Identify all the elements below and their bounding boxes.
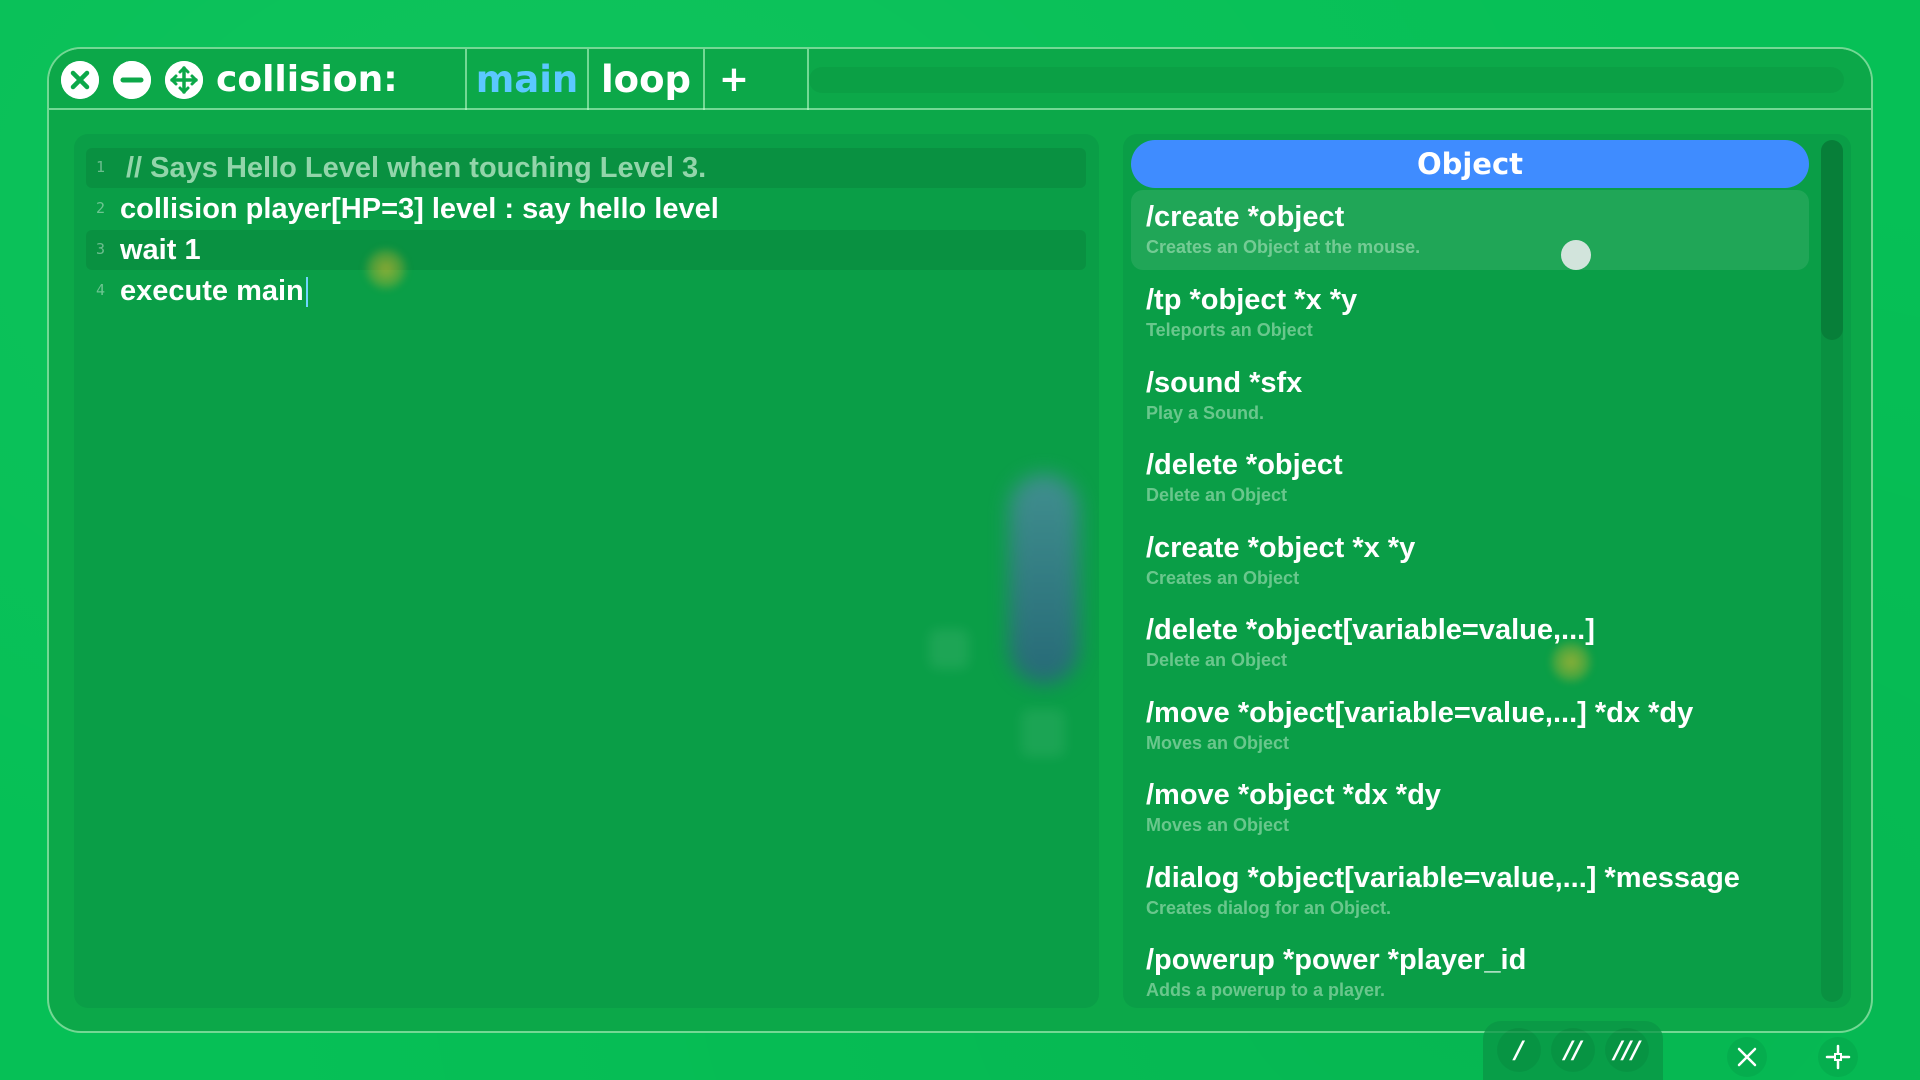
code-text-active: execute main [120, 271, 308, 311]
move-button[interactable] [165, 61, 203, 99]
close-circle-icon [61, 61, 99, 99]
command-description: Delete an Object [1146, 650, 1288, 670]
tab-main[interactable]: main [467, 49, 587, 110]
command-name: /tp *object *x *y [1146, 284, 1358, 316]
command-name: /delete *object [1146, 449, 1343, 481]
code-text: execute main [120, 275, 304, 307]
sprite-left-block [929, 629, 969, 669]
sprite-foot [1021, 709, 1065, 757]
command-item[interactable]: /powerup *power *player_id Adds a poweru… [1131, 933, 1809, 1008]
blurred-character-sprite [929, 454, 1099, 757]
command-name: /dialog *object[variable=value,...] *mes… [1146, 862, 1740, 894]
code-line[interactable]: 2 collision player[HP=3] level : say hel… [86, 189, 1086, 229]
title-bar: collision: main loop + [49, 49, 1871, 110]
code-comment: // Says Hello Level when touching Level … [126, 152, 707, 184]
add-tab-button[interactable]: + [705, 49, 763, 110]
command-item[interactable]: /move *object[variable=value,...] *dx *d… [1131, 686, 1809, 766]
command-name: /move *object *dx *dy [1146, 779, 1441, 811]
command-name: /create *object [1146, 201, 1345, 233]
glow-particle [1551, 642, 1591, 682]
code-line[interactable]: 4 execute main [86, 271, 1086, 311]
text-caret [305, 277, 308, 308]
mouse-cursor [1561, 240, 1591, 270]
command-name: /powerup *power *player_id [1146, 944, 1527, 976]
script-editor-window: collision: main loop + 1 // Says Hello L… [47, 47, 1873, 1033]
tab-loop[interactable]: loop [589, 49, 703, 110]
command-item[interactable]: /delete *object[variable=value,...] Dele… [1131, 603, 1809, 683]
code-line[interactable]: 3 wait 1 [86, 230, 1086, 270]
command-description: Teleports an Object [1146, 320, 1313, 340]
single-slash-button[interactable]: / [1497, 1028, 1541, 1072]
command-item[interactable]: /create *object Creates an Object at the… [1131, 190, 1809, 270]
command-description: Moves an Object [1146, 733, 1290, 753]
x-icon [1737, 1047, 1757, 1067]
line-number: 4 [96, 281, 106, 299]
command-description: Moves an Object [1146, 815, 1290, 835]
crosshair-icon [1825, 1044, 1851, 1070]
minus-circle-icon [113, 61, 151, 99]
comment-toolbar: / // /// [1483, 1021, 1663, 1080]
command-name: /sound *sfx [1146, 367, 1303, 399]
sprite-body [1009, 474, 1079, 684]
command-description: Creates an Object at the mouse. [1146, 237, 1421, 257]
close-button[interactable] [61, 61, 99, 99]
palette-scrollbar[interactable] [1821, 140, 1843, 1002]
command-palette: Object /create *object Creates an Object… [1123, 134, 1851, 1008]
tab-scroll-track[interactable] [809, 67, 1844, 93]
line-number: 2 [96, 199, 106, 217]
bottom-center-button[interactable] [1818, 1037, 1858, 1077]
command-item[interactable]: /create *object *x *y Creates an Object [1131, 521, 1809, 601]
line-number: 3 [96, 240, 106, 258]
command-description: Play a Sound. [1146, 403, 1265, 423]
palette-category-header[interactable]: Object [1131, 140, 1809, 188]
command-description: Adds a powerup to a player. [1146, 980, 1386, 1000]
palette-scroll-thumb[interactable] [1821, 140, 1843, 340]
command-name: /delete *object[variable=value,...] [1146, 614, 1595, 646]
code-editor[interactable]: 1 // Says Hello Level when touching Leve… [74, 134, 1099, 1008]
double-slash-button[interactable]: // [1551, 1028, 1595, 1072]
triple-slash-button[interactable]: /// [1605, 1028, 1649, 1072]
code-text: wait 1 [120, 234, 201, 266]
bottom-close-button[interactable] [1727, 1037, 1767, 1077]
code-line[interactable]: 1 // Says Hello Level when touching Leve… [86, 148, 1086, 188]
command-item[interactable]: /dialog *object[variable=value,...] *mes… [1131, 851, 1809, 931]
glow-particle [366, 249, 406, 289]
command-description: Creates an Object [1146, 568, 1300, 588]
line-number: 1 [96, 158, 106, 176]
command-description: Creates dialog for an Object. [1146, 898, 1392, 918]
move-arrows-icon [165, 61, 203, 99]
command-description: Delete an Object [1146, 485, 1288, 505]
command-item[interactable]: /move *object *dx *dy Moves an Object [1131, 768, 1809, 848]
window-title: collision: [216, 59, 398, 100]
code-text: collision player[HP=3] level : say hello… [120, 193, 719, 225]
command-item[interactable]: /tp *object *x *y Teleports an Object [1131, 273, 1809, 353]
minimize-button[interactable] [113, 61, 151, 99]
command-item[interactable]: /sound *sfx Play a Sound. [1131, 356, 1809, 436]
command-name: /move *object[variable=value,...] *dx *d… [1146, 697, 1694, 729]
command-name: /create *object *x *y [1146, 532, 1416, 564]
command-item[interactable]: /delete *object Delete an Object [1131, 438, 1809, 518]
